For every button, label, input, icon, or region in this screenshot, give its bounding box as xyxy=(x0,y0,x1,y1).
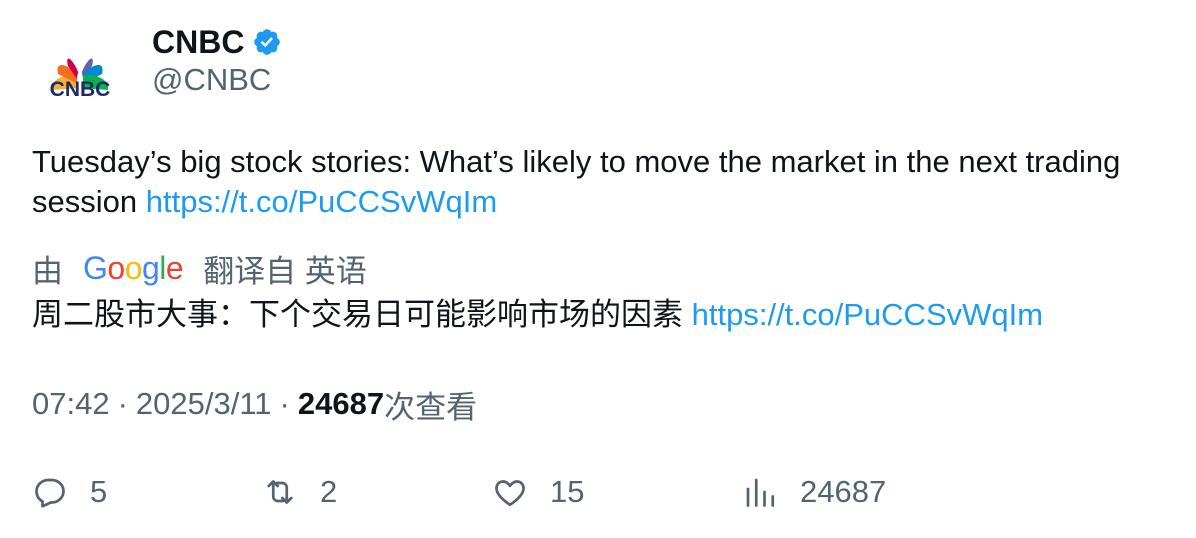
translated-from-label: 翻译自 英语 xyxy=(203,253,367,289)
reply-button[interactable]: 5 xyxy=(32,470,107,514)
reply-icon xyxy=(35,478,65,508)
translated-body: 周二股市大事：下个交易日可能影响市场的因素 xyxy=(32,297,692,332)
retweet-icon xyxy=(267,480,293,504)
views-count: 24687 xyxy=(297,386,385,421)
bar-chart-icon xyxy=(746,478,775,507)
views-label: 次查看 xyxy=(384,389,478,425)
tweet-link[interactable]: https://t.co/PuCCSvWqIm xyxy=(146,184,497,219)
avatar[interactable]: CNBC xyxy=(32,28,128,124)
meta-separator: · xyxy=(279,386,290,421)
translated-by-label: 由 xyxy=(32,253,63,289)
tweet-text: Tuesday’s big stock stories: What’s like… xyxy=(32,142,1172,222)
tweet-meta: 07:42 · 2025/3/11 · 24687 次查看 xyxy=(32,383,477,425)
views-button[interactable]: 24687 xyxy=(742,470,886,514)
tweet-time[interactable]: 07:42 xyxy=(32,386,110,422)
retweet-count: 2 xyxy=(320,474,338,509)
like-count: 15 xyxy=(550,474,585,509)
author-name-row: CNBC xyxy=(152,22,282,62)
retweet-button[interactable]: 2 xyxy=(262,470,337,514)
reply-count: 5 xyxy=(90,474,108,509)
google-logo-icon[interactable]: Google xyxy=(83,250,184,287)
heart-icon xyxy=(495,480,525,507)
like-button[interactable]: 15 xyxy=(492,470,584,514)
svg-text:CNBC: CNBC xyxy=(50,78,111,101)
author-name[interactable]: CNBC xyxy=(152,24,244,61)
verified-badge-icon[interactable] xyxy=(252,27,282,57)
tweet-actions: 5 2 15 24687 xyxy=(0,470,1196,514)
translated-link[interactable]: https://t.co/PuCCSvWqIm xyxy=(692,297,1043,332)
views-action-count: 24687 xyxy=(800,474,887,509)
meta-separator: · xyxy=(117,386,128,421)
translation-attribution: 由 Google 翻译自 英语 xyxy=(32,246,367,290)
author-handle[interactable]: @CNBC xyxy=(152,62,271,98)
tweet-date[interactable]: 2025/3/11 xyxy=(136,386,272,422)
translated-text: 周二股市大事：下个交易日可能影响市场的因素 https://t.co/PuCCS… xyxy=(32,295,1172,335)
cnbc-logo-icon: CNBC xyxy=(50,58,111,101)
